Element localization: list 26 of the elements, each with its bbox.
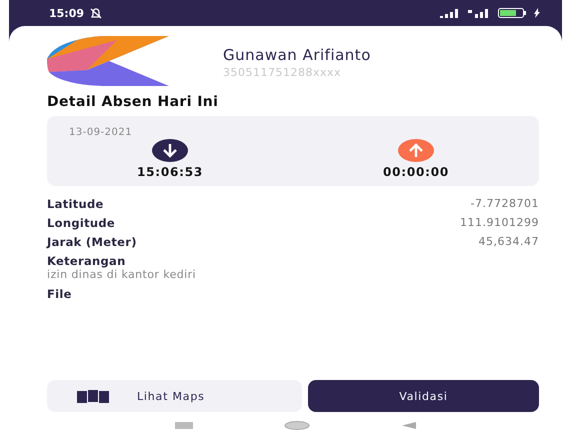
check-out-time: 00:00:00 xyxy=(382,165,450,179)
file-label: File xyxy=(47,287,73,301)
detail-value: 111.9101299 xyxy=(460,216,539,229)
recent-apps-icon[interactable] xyxy=(174,422,193,428)
notification-off-icon xyxy=(90,8,102,18)
check-in-time: 15:06:53 xyxy=(136,165,204,179)
clock-time: 15:09 xyxy=(49,6,84,20)
back-icon[interactable] xyxy=(402,422,416,428)
detail-value: -7.7728701 xyxy=(470,197,539,210)
note-text: izin dinas di kantor kediri xyxy=(47,268,197,281)
user-name: Gunawan Arifianto xyxy=(223,46,371,64)
charging-icon xyxy=(534,8,540,18)
check-out-icon xyxy=(398,139,434,162)
detail-label: Latitude xyxy=(47,196,104,210)
note-label: Keterangan xyxy=(47,254,127,268)
attendance-date: 13-09-2021 xyxy=(69,127,132,138)
detail-label: Jarak (Meter) xyxy=(47,234,137,248)
detail-value: 45,634.47 xyxy=(478,235,539,248)
map-icon xyxy=(77,390,109,402)
section-title: Detail Absen Hari Ini xyxy=(47,94,220,110)
battery-icon xyxy=(498,8,528,18)
validate-button[interactable]: Validasi xyxy=(308,380,539,412)
check-in-icon xyxy=(152,139,188,162)
view-maps-button[interactable]: Lihat Maps xyxy=(47,380,302,412)
home-icon[interactable] xyxy=(284,420,310,430)
detail-label: Longitude xyxy=(47,216,116,230)
